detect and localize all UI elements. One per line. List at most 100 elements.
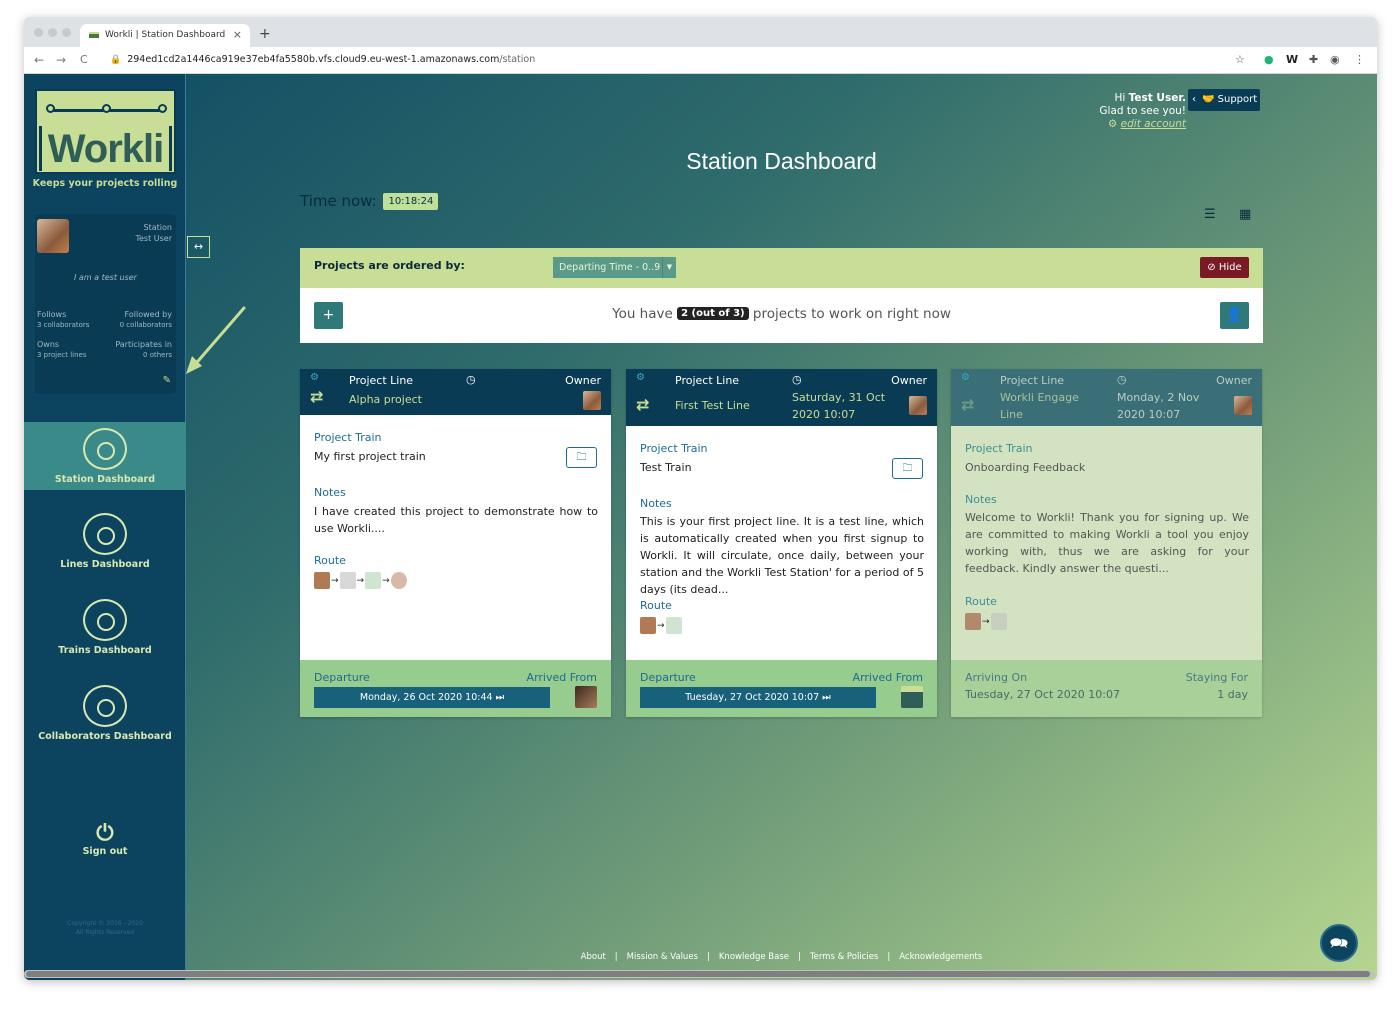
handshake-icon: 🤝 [1202, 94, 1215, 105]
sign-out-button[interactable]: ⏻ Sign out [24, 822, 186, 858]
chat-button[interactable]: 🗪 [1320, 924, 1358, 962]
route-label: Route [314, 554, 346, 567]
card-header: ⚙ ⇄ Project Line Workli Engage Line ◷ Mo… [951, 369, 1262, 426]
footer-link-mission[interactable]: Mission & Values [627, 952, 698, 962]
project-train-label: Project Train [640, 442, 708, 455]
gear-icon[interactable]: ⚙ [636, 372, 645, 383]
departure-button[interactable]: Tuesday, 27 Oct 2020 10:07 ⏭ [640, 687, 876, 708]
workli-favicon-icon [89, 32, 99, 38]
route-station-avatar[interactable] [390, 572, 407, 589]
swap-arrows-icon[interactable]: ⇄ [961, 395, 974, 414]
hide-label: Hide [1218, 262, 1242, 273]
collaborators-dashboard-icon [83, 685, 127, 727]
order-select[interactable]: Departing Time - 0..9 ▼ [553, 257, 676, 278]
profile-role-label: Station [143, 223, 172, 232]
caret-down-icon: ▼ [662, 257, 676, 278]
scrollbar-thumb[interactable] [26, 971, 1370, 977]
gear-icon[interactable]: ⚙ [310, 372, 319, 383]
summary-count-badge: 2 (out of 3) [677, 307, 749, 320]
list-view-icon[interactable]: ☰ [1204, 207, 1216, 222]
project-card: ⚙ ⇄ Project Line First Test Line ◷ Satur… [626, 369, 937, 717]
summary-suffix: projects to work on right now [752, 306, 951, 322]
order-bar: Projects are ordered by: Departing Time … [300, 248, 1263, 288]
greeting: Hi Test User. Glad to see you! ⚙ edit ac… [1054, 92, 1186, 131]
close-window-dot[interactable] [34, 28, 43, 37]
stat-owns[interactable]: Owns 3 project lines [37, 340, 86, 360]
projects-summary: + You have 2 (out of 3) projects to work… [300, 288, 1263, 343]
route-station-avatar[interactable] [965, 613, 981, 630]
logo-station-dot [102, 104, 111, 113]
reload-icon[interactable]: C [80, 53, 88, 66]
profile-icon[interactable]: ◉ [1330, 53, 1340, 66]
arriving-on-value: Tuesday, 27 Oct 2020 10:07 [965, 688, 1120, 701]
trains-dashboard-icon [83, 599, 127, 641]
support-button[interactable]: 🤝 Support [1188, 89, 1260, 111]
wikipedia-icon[interactable]: W [1286, 53, 1298, 66]
greeting-line1: Hi Test User. [1054, 92, 1186, 105]
back-icon[interactable]: ← [34, 53, 44, 67]
route-station-avatar[interactable] [990, 613, 1007, 630]
stat-follows[interactable]: Follows 3 collaborators [37, 310, 89, 330]
route-station-avatar[interactable] [314, 572, 330, 589]
sidebar-item-station-dashboard[interactable]: Station Dashboard [24, 422, 186, 490]
project-line-name[interactable]: First Test Line [675, 397, 750, 414]
route-station-avatar[interactable] [365, 572, 382, 589]
arrived-from-avatar[interactable] [575, 686, 597, 708]
url-field[interactable]: 🔒 294ed1cd2a1446ca919e37eb4fa5580b.vfs.cl… [110, 54, 535, 65]
bookmark-star-icon[interactable]: ☆ [1235, 53, 1245, 66]
footer-link-terms[interactable]: Terms & Policies [810, 952, 879, 962]
grammarly-icon[interactable]: ● [1264, 53, 1274, 66]
grid-view-icon[interactable]: ▦ [1239, 207, 1251, 222]
gear-icon[interactable]: ⚙ [961, 372, 970, 383]
folder-open-icon[interactable]: 🗀 [566, 447, 597, 468]
edit-account-link[interactable]: edit account [1121, 118, 1186, 130]
add-collaborator-button[interactable]: 👤 [1220, 302, 1249, 329]
horizontal-scrollbar[interactable] [24, 970, 1374, 978]
owner-avatar[interactable] [1234, 396, 1252, 415]
project-line-name[interactable]: Alpha project [349, 391, 422, 408]
stat-participates[interactable]: Participates in 0 others [115, 340, 172, 360]
route-station-avatar[interactable] [339, 572, 356, 589]
browser-tab[interactable]: Workli | Station Dashboard × [80, 24, 250, 47]
new-tab-button[interactable]: + [259, 26, 271, 42]
order-label: Projects are ordered by: [314, 259, 465, 272]
folder-open-icon[interactable]: 🗀 [892, 458, 923, 479]
footer-link-about[interactable]: About [581, 952, 606, 962]
stat-followed-by[interactable]: Followed by 0 collaborators [120, 310, 172, 330]
forward-icon[interactable]: → [56, 53, 66, 67]
extensions-puzzle-icon[interactable]: ✚ [1309, 53, 1318, 66]
avatar[interactable] [37, 219, 69, 253]
stat-follows-value: 3 collaborators [37, 321, 90, 329]
route-path: → [965, 611, 1007, 630]
route-station-avatar[interactable] [665, 617, 682, 634]
swap-arrows-icon[interactable]: ⇄ [310, 387, 323, 406]
route-station-avatar[interactable] [640, 617, 656, 634]
footer-link-acknowledgements[interactable]: Acknowledgements [899, 952, 982, 962]
owner-avatar[interactable] [909, 396, 927, 415]
browser-menu-icon[interactable]: ⋮ [1354, 53, 1365, 66]
station-dashboard-icon [83, 428, 127, 470]
project-train-value: Test Train [640, 461, 692, 474]
page-title: Station Dashboard [686, 148, 877, 174]
sidebar-item-trains-dashboard[interactable]: Trains Dashboard [24, 593, 186, 661]
logo-station-dot [46, 104, 55, 113]
card-footer: Departure Arrived From Tuesday, 27 Oct 2… [626, 660, 937, 717]
tab-close-icon[interactable]: × [233, 28, 242, 41]
maximize-window-dot[interactable] [62, 28, 71, 37]
project-line-name[interactable]: Workli Engage Line [1000, 389, 1100, 423]
sidebar-item-lines-dashboard[interactable]: Lines Dashboard [24, 507, 186, 575]
footer-link-knowledge-base[interactable]: Knowledge Base [719, 952, 789, 962]
sidebar-toggle-button[interactable]: ↔ [187, 236, 210, 258]
hide-button[interactable]: ⊘ Hide [1200, 257, 1249, 278]
swap-arrows-icon[interactable]: ⇄ [636, 395, 649, 414]
sidebar-item-collaborators-dashboard[interactable]: Collaborators Dashboard [24, 679, 186, 747]
owner-avatar[interactable] [583, 391, 601, 410]
arrived-from-logo[interactable] [901, 686, 923, 708]
app-viewport: Workli Keeps your projects rolling Stati… [24, 74, 1377, 980]
sidebar-item-label: Trains Dashboard [58, 645, 152, 656]
edit-profile-icon[interactable]: ✎ [163, 375, 171, 386]
edit-account-row: ⚙ edit account [1054, 118, 1186, 131]
departure-button[interactable]: Monday, 26 Oct 2020 10:44 ⏭ [314, 687, 550, 708]
project-card: ⚙ ⇄ Project Line Alpha project ◷ Owner P… [300, 369, 611, 717]
minimize-window-dot[interactable] [48, 28, 57, 37]
